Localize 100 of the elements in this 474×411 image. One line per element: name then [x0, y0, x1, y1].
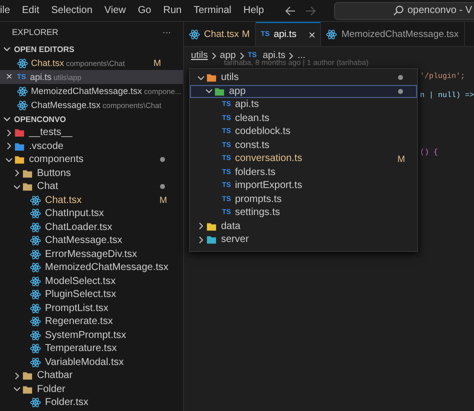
atom-icon: [17, 86, 28, 96]
chevron-icon: [210, 50, 218, 60]
atom-icon: [30, 302, 41, 314]
atom-icon: [30, 343, 41, 354]
file-name: api.ts: [30, 72, 52, 82]
breadcrumb-item[interactable]: utils: [191, 50, 208, 61]
modified-status: M: [160, 195, 168, 206]
menu-item[interactable]: Selection: [45, 5, 98, 16]
item-name: codeblock.ts: [234, 126, 291, 138]
editor-tab[interactable]: MemoizedChatMessage.tsx: [321, 22, 465, 46]
item-name: settings.ts: [234, 207, 280, 218]
item-name: conversation.ts: [234, 153, 302, 164]
folder-item[interactable]: Chatbar: [0, 369, 183, 382]
folder-item[interactable]: data: [190, 220, 417, 233]
atom-icon: [30, 235, 41, 246]
file-item[interactable]: MemoizedChatMessage.tsx: [0, 261, 183, 274]
atom-icon: [30, 222, 41, 233]
atom-icon: [30, 194, 41, 206]
file-item[interactable]: SystemPrompt.tsx: [0, 328, 183, 342]
modified-status: M: [398, 154, 406, 164]
file-item[interactable]: Regenerate.tsx: [0, 315, 183, 328]
item-name: PromptList.tsx: [45, 302, 108, 314]
item-name: ChatInput.tsx: [45, 208, 104, 220]
back-forward-icon[interactable]: [284, 4, 318, 16]
folder-item[interactable]: Buttons: [0, 166, 183, 180]
item-name: app: [229, 86, 246, 97]
folder-item[interactable]: Folder: [0, 382, 183, 396]
file-item[interactable]: Chat.tsx M: [0, 194, 183, 207]
item-name: Buttons: [37, 168, 71, 179]
item-name: utils: [221, 72, 239, 84]
breadcrumb-item[interactable]: app: [220, 50, 236, 61]
breadcrumb-item[interactable]: api.ts: [262, 50, 286, 61]
menu-item[interactable]: Go: [132, 5, 158, 16]
file-item[interactable]: Folder.tsx: [0, 396, 183, 410]
item-name: api.ts: [234, 99, 259, 110]
tab-label: MemoizedChatMessage.tsx: [341, 28, 459, 40]
search-field[interactable]: openconvo - V: [334, 2, 474, 20]
close-icon[interactable]: ×: [6, 71, 17, 83]
item-name: ModelSelect.tsx: [45, 276, 116, 287]
item-name: ErrorMessageDiv.tsx: [45, 248, 138, 260]
folder-item[interactable]: Chat: [0, 180, 183, 194]
menu-item[interactable]: Help: [237, 5, 270, 16]
section-header[interactable]: OPEN EDITORS: [0, 42, 183, 56]
chevron-icon: [287, 50, 296, 60]
modified-status: M: [154, 58, 162, 68]
menu-item[interactable]: Run: [157, 5, 188, 16]
item-name: __tests__: [29, 127, 72, 138]
folder-item[interactable]: app: [190, 84, 417, 98]
atom-icon: [30, 289, 41, 300]
more-actions[interactable]: ···: [162, 27, 171, 37]
item-name: VariableModal.tsx: [45, 356, 124, 368]
file-item[interactable]: ErrorMessageDiv.tsx: [0, 248, 183, 261]
atom-icon: [326, 28, 338, 40]
item-name: Folder.tsx: [45, 397, 88, 408]
item-name: data: [221, 220, 240, 232]
item-name: SystemPrompt.tsx: [45, 330, 126, 341]
menu-item[interactable]: View: [98, 5, 132, 16]
item-name: importExport.ts: [234, 180, 302, 192]
search-icon: [392, 5, 404, 16]
file-item[interactable]: PluginSelect.tsx: [0, 288, 183, 302]
explorer-title: EXPLORER: [12, 27, 58, 37]
folder-item[interactable]: components: [0, 153, 183, 166]
tab-label: api.ts: [274, 29, 296, 40]
file-item[interactable]: ModelSelect.tsx: [0, 274, 183, 288]
file-item[interactable]: ChatInput.tsx: [0, 207, 183, 220]
atom-icon: [30, 276, 41, 287]
menu-item[interactable]: Terminal: [188, 5, 238, 16]
folder-item[interactable]: utils: [190, 71, 417, 84]
file-item[interactable]: ChatMessage.tsx: [0, 234, 183, 248]
menu-item[interactable]: Edit: [16, 5, 46, 16]
atom-icon: [30, 316, 41, 328]
item-name: ChatMessage.tsx: [45, 235, 122, 246]
folder-item[interactable]: server: [190, 233, 417, 246]
atom-icon: [17, 100, 28, 110]
atom-icon: [30, 330, 41, 341]
item-name: ChatLoader.tsx: [45, 222, 112, 233]
item-name: const.ts: [234, 140, 270, 151]
item-name: Folder: [37, 384, 66, 395]
item-name: MemoizedChatMessage.tsx: [45, 262, 168, 274]
chevron-icon: [238, 50, 246, 60]
menu-item[interactable]: ile: [0, 5, 16, 16]
file-name: MemoizedChatMessage.tsx: [31, 86, 142, 96]
item-name: Chat.tsx: [45, 194, 82, 206]
file-name: Chat.tsx: [31, 58, 64, 68]
file-item[interactable]: ChatLoader.tsx: [0, 220, 183, 234]
file-item[interactable]: VariableModal.tsx: [0, 356, 183, 369]
breadcrumb-item[interactable]: ...: [297, 50, 306, 61]
atom-icon: [30, 248, 41, 260]
folder-item[interactable]: __tests__: [0, 126, 183, 140]
item-name: Chatbar: [37, 370, 73, 382]
close-icon[interactable]: ×: [308, 28, 316, 42]
item-name: .vscode: [29, 140, 64, 152]
atom-icon: [189, 28, 200, 40]
folder-item[interactable]: .vscode: [0, 140, 183, 153]
atom-icon: [30, 356, 41, 368]
item-name: clean.ts: [234, 112, 270, 124]
atom-icon: [17, 58, 28, 68]
section-header[interactable]: OPENCONVO: [0, 112, 183, 126]
file-item[interactable]: PromptList.tsx: [0, 302, 183, 315]
file-item[interactable]: Temperature.tsx: [0, 342, 183, 356]
